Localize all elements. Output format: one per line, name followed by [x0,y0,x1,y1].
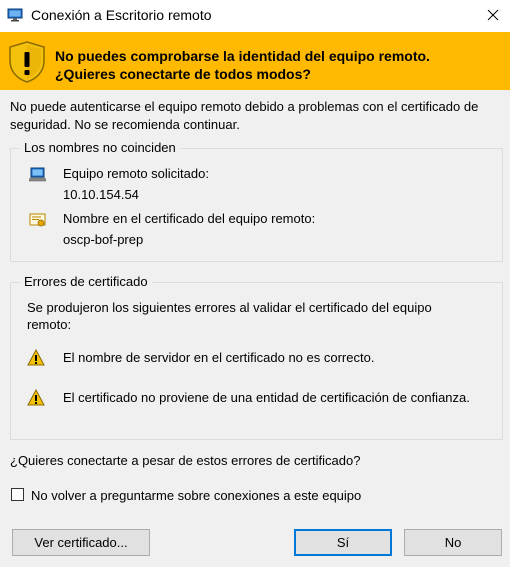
computer-icon [28,166,47,184]
title-bar: Conexión a Escritorio remoto [0,0,510,32]
dont-ask-again-label[interactable]: No volver a preguntarme sobre conexiones… [31,487,361,505]
warning-banner: No puedes comprobarse la identidad del e… [0,32,510,90]
certificate-errors-group: Errores de certificado Se produjeron los… [10,273,503,440]
errors-description-line-2: remoto: [27,317,72,332]
remote-desktop-icon [7,7,23,23]
certificate-icon [29,211,47,229]
names-mismatch-group: Los nombres no coinciden Equipo remoto s… [10,139,503,262]
error-item: El certificado no proviene de una entida… [63,390,470,405]
banner-line-1: No puedes comprobarse la identidad del e… [55,48,430,64]
certificate-name-value: oscp-bof-prep [63,232,144,247]
intro-line-2: seguridad. No se recomienda continuar. [10,117,240,132]
warning-icon [27,388,45,407]
view-certificate-button[interactable]: Ver certificado... [12,529,150,556]
error-item: El nombre de servidor en el certificado … [63,350,375,365]
certificate-name-label: Nombre en el certificado del equipo remo… [63,211,316,226]
close-icon [487,9,499,24]
intro-text: No puede autenticarse el equipo remoto d… [10,98,505,134]
banner-message: No puedes comprobarse la identidad del e… [55,47,495,83]
errors-description-line-1: Se produjeron los siguientes errores al … [27,300,432,315]
banner-line-2: ¿Quieres conectarte de todos modos? [55,66,311,82]
warning-shield-icon [8,41,46,83]
errors-group-legend: Errores de certificado [20,273,152,291]
dont-ask-again-checkbox[interactable] [11,488,24,501]
names-group-legend: Los nombres no coinciden [20,139,180,157]
warning-icon [27,348,45,367]
close-button[interactable] [476,0,510,32]
requested-computer-value: 10.10.154.54 [63,187,139,202]
window-title: Conexión a Escritorio remoto [31,7,212,23]
question-text: ¿Quieres conectarte a pesar de estos err… [10,453,361,468]
yes-button[interactable]: Sí [294,529,392,556]
requested-computer-label: Equipo remoto solicitado: [63,166,209,181]
intro-line-1: No puede autenticarse el equipo remoto d… [10,99,479,114]
no-button[interactable]: No [404,529,502,556]
